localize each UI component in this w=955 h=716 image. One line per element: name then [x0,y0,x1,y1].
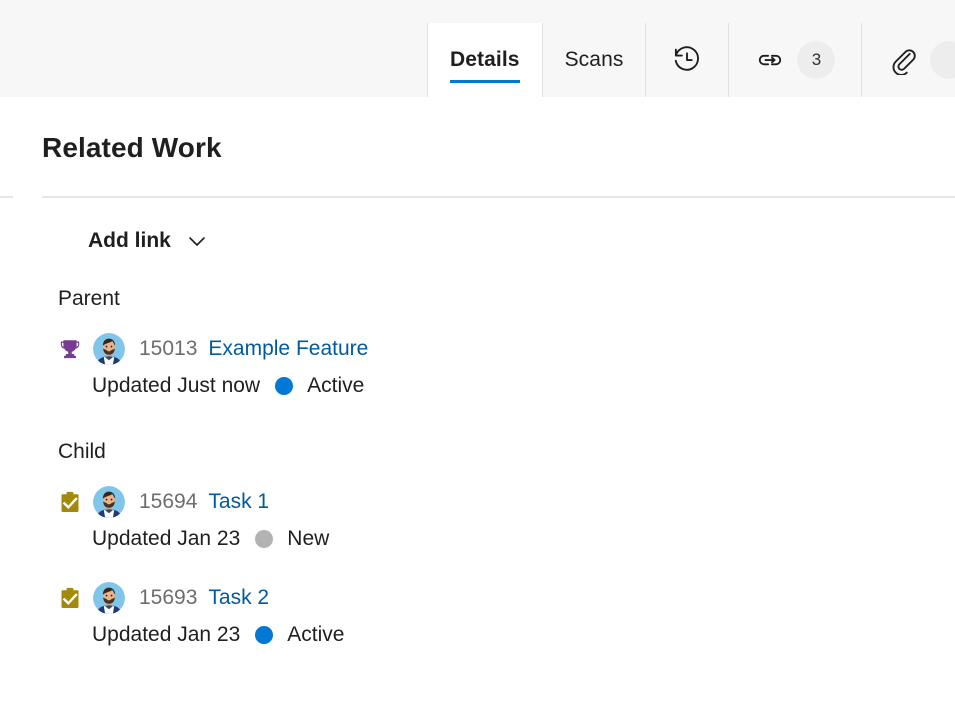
work-item-secondary-line: Updated Jan 23 New [92,525,329,553]
status-badge: Active [307,374,365,397]
state-dot [255,530,274,548]
state-dot [275,377,294,395]
work-item-header-band: Details Scans 3 [0,0,955,97]
tab-history[interactable] [645,23,729,97]
avatar [93,582,125,614]
tab-scans[interactable]: Scans [541,23,646,97]
work-item-title-link[interactable]: Task 1 [208,490,269,514]
work-item-updated: Updated Just now [92,374,261,397]
status-badge: Active [287,623,345,646]
tab-details-label: Details [450,48,520,71]
work-item-secondary-line: Updated Just now Active [92,372,368,400]
task-clipboard-icon [58,488,84,516]
tab-scans-label: Scans [564,48,624,71]
add-link-button[interactable]: Add link [74,223,223,259]
work-item-secondary-line: Updated Jan 23 Active [92,621,344,649]
state-dot [255,626,274,644]
related-work-panel: Related Work Add link Parent 15013 Examp… [0,97,955,716]
work-item-id: 15694 [139,490,198,513]
work-item-updated: Updated Jan 23 [92,623,241,646]
work-item-primary-line: 15694 Task 1 [58,485,329,519]
divider-stub [0,196,13,198]
link-group-title-child: Child [58,440,106,463]
page-title: Related Work [42,132,222,163]
task-clipboard-icon [58,584,84,612]
work-item-tabbar: Details Scans 3 [427,23,955,97]
related-work-item-child-1[interactable]: 15693 Task 2 Updated Jan 23 Active [58,581,344,649]
feature-trophy-icon [58,335,84,363]
attachments-count-badge [930,41,955,79]
avatar [93,486,125,518]
work-item-title-link[interactable]: Task 2 [208,586,269,610]
link-group-title-parent: Parent [58,287,120,310]
related-work-item-child-0[interactable]: 15694 Task 1 Updated Jan 23 New [58,485,329,553]
related-work-item-parent-0[interactable]: 15013 Example Feature Updated Just now A… [58,332,368,400]
history-icon [672,45,702,75]
work-item-primary-line: 15013 Example Feature [58,332,368,366]
tab-selected-underline [450,80,520,83]
tab-links[interactable]: 3 [728,23,862,97]
work-item-updated: Updated Jan 23 [92,527,241,550]
section-divider [42,196,955,198]
link-icon [755,45,785,75]
work-item-primary-line: 15693 Task 2 [58,581,344,615]
status-badge: New [287,527,330,550]
work-item-id: 15013 [139,337,198,360]
work-item-id: 15693 [139,586,198,609]
chevron-down-icon [185,229,209,253]
work-item-title-link[interactable]: Example Feature [208,337,368,361]
links-count-badge: 3 [797,41,836,79]
tab-details[interactable]: Details [427,23,542,97]
attachment-icon [888,45,918,75]
avatar [93,333,125,365]
add-link-label: Add link [88,229,171,252]
tab-attachments[interactable] [861,23,955,97]
